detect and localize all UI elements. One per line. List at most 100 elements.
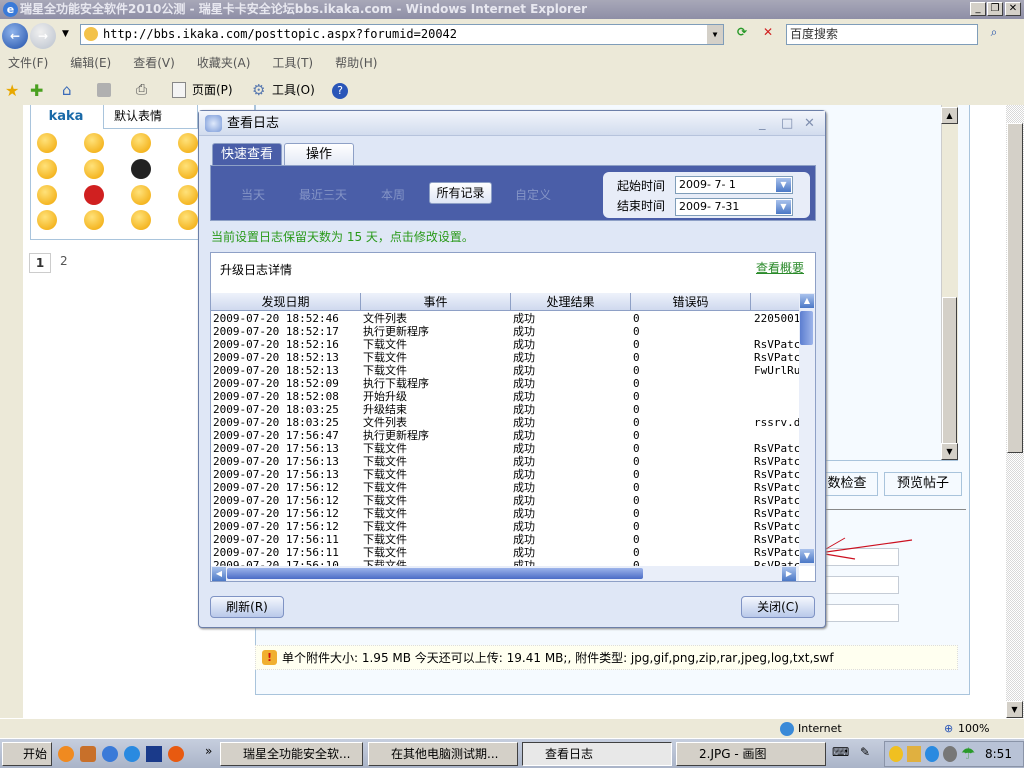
dialog-close-button[interactable]: ✕ [804, 111, 815, 136]
column-header-date[interactable]: 发现日期 [211, 293, 361, 310]
form-input[interactable] [816, 576, 899, 594]
table-row[interactable]: 2009-07-20 18:03:25 文件列表 成功 0 rssrv.dl [211, 416, 799, 429]
quicklaunch-icon[interactable] [146, 746, 162, 762]
close-window-button[interactable]: ✕ [1005, 2, 1021, 16]
table-row[interactable]: 2009-07-20 17:56:13 下载文件 成功 0 RsVPatch [211, 455, 799, 468]
maximize-button[interactable]: ❐ [987, 2, 1003, 16]
menu-help[interactable]: 帮助(H) [335, 56, 391, 70]
table-row[interactable]: 2009-07-20 18:52:13 下载文件 成功 0 FwUrlRu [211, 364, 799, 377]
table-row[interactable]: 2009-07-20 17:56:12 下载文件 成功 0 RsVPatch [211, 507, 799, 520]
tray-icon[interactable] [907, 746, 921, 762]
help-icon[interactable]: ? [332, 83, 348, 99]
emoticon-icon[interactable] [131, 159, 151, 179]
table-row[interactable]: 2009-07-20 17:56:10 下载文件 成功 0 RsVPatch [211, 559, 799, 566]
filter-last-three-days[interactable]: 最近三天 [299, 186, 347, 203]
table-row[interactable]: 2009-07-20 18:52:17 执行更新程序 成功 0 [211, 325, 799, 338]
menu-file[interactable]: 文件(F) [8, 56, 62, 70]
dialog-minimize-button[interactable]: _ [759, 111, 766, 136]
minimize-button[interactable]: _ [970, 2, 986, 16]
emoticon-icon[interactable] [84, 185, 104, 205]
column-header-event[interactable]: 事件 [361, 293, 511, 310]
emoticon-page-1[interactable]: 1 [29, 253, 51, 273]
table-scroll-up[interactable]: ▲ [800, 294, 814, 308]
filter-all-records[interactable]: 所有记录 [429, 182, 492, 204]
table-row[interactable]: 2009-07-20 17:56:11 下载文件 成功 0 RsVPatch [211, 533, 799, 546]
table-scrollbar-thumb[interactable] [800, 311, 813, 345]
emoticon-icon[interactable] [37, 133, 57, 153]
emoticon-icon[interactable] [178, 185, 198, 205]
start-button[interactable]: 开始 [2, 742, 52, 766]
table-row[interactable]: 2009-07-20 18:52:13 下载文件 成功 0 RsVPatch [211, 351, 799, 364]
feeds-icon[interactable] [97, 83, 111, 97]
address-dropdown-icon[interactable]: ▼ [707, 25, 723, 44]
qq-icon[interactable] [889, 746, 903, 762]
emoticon-icon[interactable] [37, 185, 57, 205]
taskbar-item[interactable]: 2.JPG - 画图 [676, 742, 826, 766]
table-row[interactable]: 2009-07-20 17:56:12 下载文件 成功 0 RsVPatch [211, 481, 799, 494]
table-row[interactable]: 2009-07-20 18:52:16 下载文件 成功 0 RsVPatch [211, 338, 799, 351]
keyboard-icon[interactable]: ⌨ [832, 745, 849, 759]
search-input[interactable]: 百度搜索 [786, 24, 978, 45]
stop-icon[interactable]: ✕ [758, 25, 778, 45]
table-scroll-down[interactable]: ▼ [800, 549, 814, 563]
chevron-down-icon[interactable]: ▼ [776, 200, 791, 214]
column-header-file[interactable]: 文 [751, 293, 800, 310]
editor-scroll-down[interactable]: ▼ [941, 443, 958, 460]
table-scroll-right[interactable]: ▶ [782, 567, 796, 581]
zoom-level[interactable]: 100% [958, 719, 989, 739]
column-header-result[interactable]: 处理结果 [511, 293, 631, 310]
pen-icon[interactable]: ✎ [860, 745, 870, 759]
table-row[interactable]: 2009-07-20 18:52:46 文件列表 成功 0 22050018 [211, 312, 799, 325]
menu-view[interactable]: 查看(V) [133, 56, 189, 70]
emoticon-tab-kaka[interactable]: kaka [31, 105, 101, 129]
emoticon-icon[interactable] [84, 133, 104, 153]
add-favorite-icon[interactable]: ✚ [30, 78, 43, 103]
taskbar-item[interactable]: 瑞星全功能安全软... [220, 742, 363, 766]
emoticon-page-2[interactable]: 2 [60, 254, 68, 268]
dialog-maximize-button[interactable]: □ [781, 111, 793, 136]
rising-umbrella-icon[interactable]: ☂ [961, 744, 975, 763]
table-row[interactable]: 2009-07-20 17:56:13 下载文件 成功 0 RsVPatch [211, 442, 799, 455]
browser-scrollbar-thumb[interactable] [1007, 123, 1023, 453]
emoticon-icon[interactable] [178, 159, 198, 179]
tab-operations[interactable]: 操作 [284, 143, 354, 166]
emoticon-icon[interactable] [84, 210, 104, 230]
filter-this-week[interactable]: 本周 [381, 186, 405, 203]
refresh-button[interactable]: 刷新(R) [210, 596, 284, 618]
table-row[interactable]: 2009-07-20 17:56:12 下载文件 成功 0 RsVPatch [211, 520, 799, 533]
table-row[interactable]: 2009-07-20 18:52:09 执行下载程序 成功 0 [211, 377, 799, 390]
chevron-down-icon[interactable]: ▼ [776, 178, 791, 192]
volume-icon[interactable] [943, 746, 957, 762]
ie-quicklaunch-icon[interactable] [124, 746, 140, 762]
emoticon-icon[interactable] [131, 210, 151, 230]
table-scroll-left[interactable]: ◀ [212, 567, 226, 581]
table-row[interactable]: 2009-07-20 18:03:25 升级结束 成功 0 [211, 403, 799, 416]
more-icon[interactable]: » [205, 744, 212, 758]
tray-icon[interactable] [925, 746, 939, 762]
address-input[interactable]: http://bbs.ikaka.com/posttopic.aspx?foru… [80, 24, 724, 45]
view-summary-link[interactable]: 查看概要 [756, 259, 804, 276]
history-dropdown-icon[interactable]: ▼ [62, 29, 69, 39]
taskbar-item-active[interactable]: 查看日志 [522, 742, 672, 766]
page-menu[interactable]: 页面(P) [192, 78, 233, 103]
table-row[interactable]: 2009-07-20 17:56:12 下载文件 成功 0 RsVPatch [211, 494, 799, 507]
browser-scroll-down[interactable]: ▼ [1006, 701, 1023, 718]
emoticon-icon[interactable] [37, 159, 57, 179]
table-row[interactable]: 2009-07-20 17:56:47 执行更新程序 成功 0 [211, 429, 799, 442]
table-hscroll-thumb[interactable] [227, 568, 643, 579]
favorites-star-icon[interactable]: ★ [5, 78, 19, 103]
search-icon[interactable]: ⌕ [983, 25, 1005, 45]
editor-scroll-up[interactable]: ▲ [941, 107, 958, 124]
table-row[interactable]: 2009-07-20 17:56:11 下载文件 成功 0 RsVPatch [211, 546, 799, 559]
emoticon-icon[interactable] [131, 133, 151, 153]
menu-edit[interactable]: 编辑(E) [70, 56, 125, 70]
quicklaunch-icon[interactable] [80, 746, 96, 762]
emoticon-icon[interactable] [178, 133, 198, 153]
filter-today[interactable]: 当天 [241, 186, 265, 203]
taskbar-item[interactable]: 在其他电脑测试期... [368, 742, 518, 766]
tools-menu[interactable]: 工具(O) [272, 78, 315, 103]
editor-scrollbar-thumb[interactable] [942, 297, 957, 457]
home-icon[interactable]: ⌂ [62, 78, 72, 103]
emoticon-icon[interactable] [37, 210, 57, 230]
end-time-select[interactable]: 2009- 7-31 ▼ [675, 198, 793, 216]
